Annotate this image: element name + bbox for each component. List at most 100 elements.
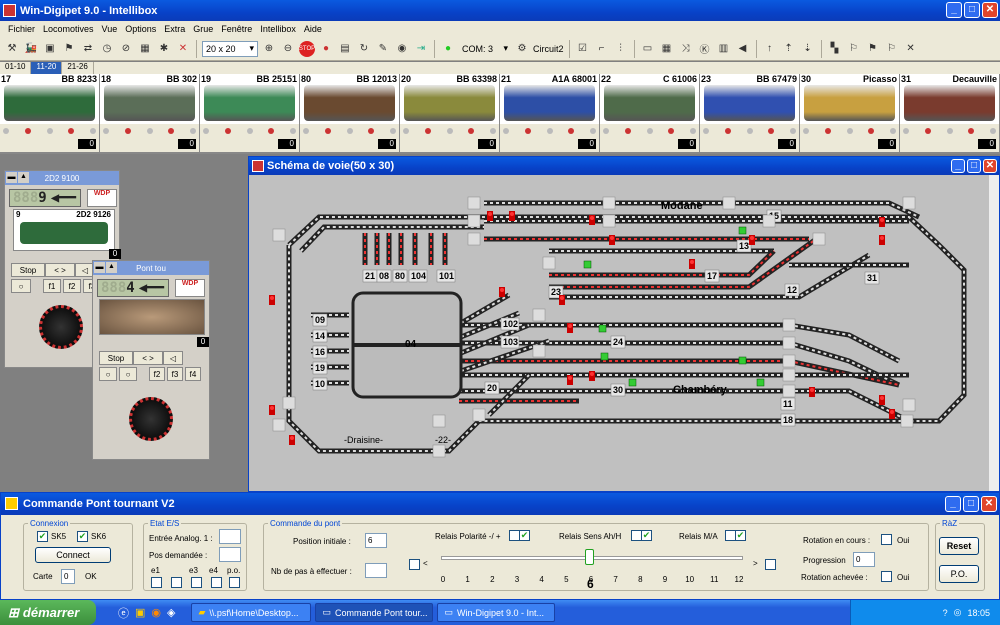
explorer-icon[interactable]: ▣	[135, 606, 145, 619]
chevron-right-icon[interactable]: >	[753, 559, 758, 568]
flag4-icon[interactable]: ✕	[903, 41, 919, 57]
function-lights[interactable]	[703, 127, 796, 135]
left-checkbox[interactable]	[409, 559, 420, 570]
sk5-checkbox[interactable]: ✔	[37, 531, 48, 542]
e3-checkbox[interactable]	[191, 577, 202, 588]
media-icon[interactable]: ◉	[151, 606, 161, 619]
relais-polarite-checkbox-2[interactable]: ✔	[519, 530, 530, 541]
stop-icon[interactable]: STOP	[299, 40, 315, 57]
e1-checkbox[interactable]	[151, 577, 162, 588]
wagon-icon[interactable]: ▣	[42, 41, 58, 57]
loco-control[interactable]: 0	[400, 124, 500, 152]
circuit-label[interactable]: Circuit2	[533, 44, 564, 54]
loco-control[interactable]: 0	[900, 124, 1000, 152]
f1-button[interactable]: f1	[43, 279, 61, 293]
close-button[interactable]: ✕	[983, 159, 997, 173]
maximize-button[interactable]: □	[963, 496, 979, 512]
menu-grue[interactable]: Grue	[189, 24, 217, 34]
pos-init-field[interactable]: 6	[365, 533, 387, 548]
task-win-digipet[interactable]: ▭ Win-Digipet 9.0 - Int...	[437, 603, 556, 622]
loco-control[interactable]: 0	[200, 124, 300, 152]
turnout-icon[interactable]: ✱	[156, 41, 172, 57]
speed-knob[interactable]	[129, 397, 173, 441]
loco-card[interactable]: 31 Decauville	[900, 74, 1000, 124]
app-quick-icon[interactable]: ◈	[167, 606, 175, 619]
refresh-icon[interactable]: ↻	[356, 41, 372, 57]
loco-control[interactable]: 0	[100, 124, 200, 152]
task-explorer[interactable]: ▰ \\.psf\Home\Desktop...	[191, 603, 312, 622]
up-box-icon[interactable]: ⇡	[781, 41, 797, 57]
zoom-in-icon[interactable]: ⊕	[261, 41, 277, 57]
rotation-achevee-checkbox[interactable]	[881, 571, 892, 582]
loco-control[interactable]: 0	[0, 124, 100, 152]
e2-checkbox[interactable]	[171, 577, 182, 588]
rotation-en-cours-checkbox[interactable]	[881, 534, 892, 545]
loco-card[interactable]: 23 BB 67479	[700, 74, 800, 124]
kmh-icon[interactable]: Ⓚ	[697, 41, 713, 57]
minimize-button[interactable]: _	[945, 496, 961, 512]
f2-button[interactable]: f2	[63, 279, 81, 293]
f0b-button[interactable]: ○	[119, 367, 137, 381]
direction-button[interactable]: < >	[133, 351, 163, 365]
arrow-up-icon[interactable]: ▲	[106, 262, 117, 273]
menu-intellibox[interactable]: Intellibox	[256, 24, 300, 34]
signal-icon[interactable]: ⚑	[61, 41, 77, 57]
function-lights[interactable]	[103, 127, 196, 135]
tools-icon[interactable]: ⚙	[514, 41, 530, 57]
no-entry-icon[interactable]: ⊘	[118, 41, 134, 57]
function-lights[interactable]	[303, 127, 396, 135]
relais-sens-checkbox-2[interactable]: ✔	[641, 530, 652, 541]
loco-card[interactable]: 22 C 61006	[600, 74, 700, 124]
emergency-icon[interactable]: ●	[318, 41, 334, 57]
pos-demandee-field[interactable]	[219, 547, 241, 562]
function-lights[interactable]	[803, 127, 896, 135]
help-icon[interactable]: ?	[943, 608, 948, 618]
menu-locomotives[interactable]: Locomotives	[39, 24, 98, 34]
function-lights[interactable]	[203, 127, 296, 135]
pencil-icon[interactable]: ✎	[375, 41, 391, 57]
chevron-left-icon[interactable]: <	[423, 559, 428, 568]
globe-icon[interactable]: ◉	[394, 41, 410, 57]
menu-vue[interactable]: Vue	[98, 24, 122, 34]
bars-icon[interactable]: ▥	[716, 41, 732, 57]
switch-icon[interactable]: ⤨	[678, 41, 694, 57]
entree-field[interactable]	[219, 529, 241, 544]
flag2-icon[interactable]: ⚑	[865, 41, 881, 57]
speaker-icon[interactable]: ◀	[735, 41, 751, 57]
function-lights[interactable]	[3, 127, 96, 135]
po-checkbox[interactable]	[229, 577, 240, 588]
progression-field[interactable]: 0	[853, 552, 875, 567]
grid-size-select[interactable]: 20 x 20 ▾	[202, 40, 258, 57]
connect-button[interactable]: Connect	[35, 547, 111, 563]
reset-button[interactable]: Reset	[939, 537, 979, 555]
carte-field[interactable]: 0	[61, 569, 75, 584]
sk6-checkbox[interactable]: ✔	[77, 531, 88, 542]
down-icon[interactable]: ⇣	[800, 41, 816, 57]
loco-control[interactable]: 0	[600, 124, 700, 152]
loco-card[interactable]: 30 Picasso	[800, 74, 900, 124]
loco-control[interactable]: 0	[700, 124, 800, 152]
right-checkbox[interactable]	[765, 559, 776, 570]
function-lights[interactable]	[603, 127, 696, 135]
nb-pas-field[interactable]	[365, 563, 387, 578]
tile-icon[interactable]: ▚	[827, 41, 843, 57]
ie-icon[interactable]: ⓔ	[118, 605, 129, 621]
position-slider-thumb[interactable]	[585, 549, 594, 565]
grid-icon[interactable]: ▦	[137, 41, 153, 57]
loco-card[interactable]: 18 BB 302	[100, 74, 200, 124]
tab-01-10[interactable]: 01-10	[0, 62, 32, 74]
menu-aide[interactable]: Aide	[300, 24, 326, 34]
minimize-button[interactable]: _	[951, 159, 965, 173]
menu-extra[interactable]: Extra	[160, 24, 189, 34]
route-icon[interactable]: ⇄	[80, 41, 96, 57]
loco-icon[interactable]: 🚂	[23, 41, 39, 57]
e4-checkbox[interactable]	[211, 577, 222, 588]
cross-icon[interactable]: ✕	[175, 41, 191, 57]
tab-21-26[interactable]: 21-26	[62, 62, 94, 74]
f0-button[interactable]: ○	[11, 279, 31, 293]
tab-11-20[interactable]: 11-20	[31, 62, 63, 74]
stop-button[interactable]: Stop	[11, 263, 45, 277]
palette-icon[interactable]: ▦	[659, 41, 675, 57]
maximize-button[interactable]: □	[967, 159, 981, 173]
close-button[interactable]: ✕	[982, 2, 998, 18]
